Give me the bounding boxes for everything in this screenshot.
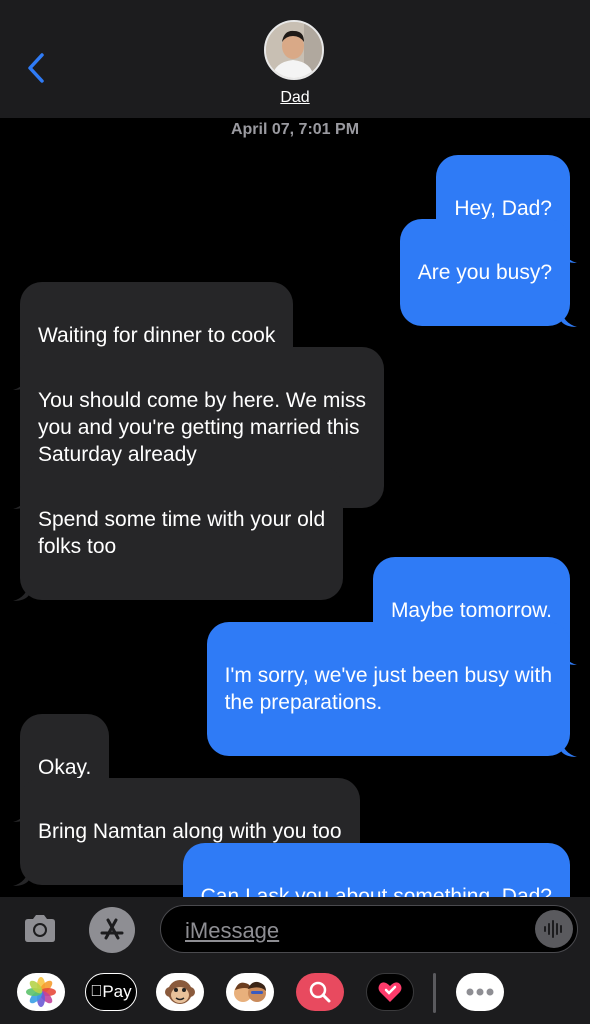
photos-app-button[interactable] bbox=[17, 973, 65, 1011]
contact-avatar[interactable] bbox=[264, 20, 324, 80]
message-text: I'm sorry, we've just been busy with the… bbox=[224, 664, 552, 714]
audio-message-button[interactable] bbox=[535, 910, 573, 948]
monkey-memoji-icon bbox=[165, 980, 195, 1004]
message-text: You should come by here. We miss you and… bbox=[38, 389, 367, 466]
apple-pay-button[interactable]:  Pay bbox=[85, 973, 137, 1011]
more-apps-button[interactable] bbox=[456, 973, 504, 1011]
incoming-message[interactable]: Spend some time with your old folks too bbox=[13, 466, 344, 601]
message-input[interactable] bbox=[183, 915, 517, 947]
drawer-divider bbox=[433, 973, 436, 1013]
animoji-button[interactable] bbox=[156, 973, 204, 1011]
contact-name[interactable]: Dad bbox=[0, 89, 590, 107]
chevron-left-icon bbox=[28, 53, 44, 83]
app-store-icon bbox=[100, 918, 124, 940]
back-button[interactable] bbox=[18, 48, 54, 88]
message-text: Hey, Dad? bbox=[454, 197, 552, 220]
message-field[interactable] bbox=[160, 905, 578, 953]
compose-bar bbox=[0, 897, 590, 963]
photos-icon bbox=[26, 977, 56, 1007]
conversation-header: Dad bbox=[0, 0, 590, 118]
apple-pay-label: Pay bbox=[96, 982, 131, 1001]
message-text: Bring Namtan along with you too bbox=[38, 820, 342, 843]
camera-icon bbox=[25, 915, 55, 942]
outgoing-message[interactable]: Are you busy? bbox=[399, 219, 577, 327]
apple-pay-icon:  bbox=[90, 983, 102, 1001]
waveform-icon bbox=[544, 920, 562, 938]
digital-touch-button[interactable] bbox=[366, 973, 414, 1011]
camera-button[interactable] bbox=[20, 909, 60, 949]
message-text: Are you busy? bbox=[417, 261, 552, 284]
app-drawer:  Pay bbox=[0, 963, 590, 1024]
app-store-button[interactable] bbox=[89, 907, 135, 953]
memoji-stickers-button[interactable] bbox=[226, 973, 274, 1011]
message-text: Okay. bbox=[38, 756, 92, 779]
message-text: Spend some time with your old folks too bbox=[38, 508, 326, 558]
outgoing-message[interactable]: I'm sorry, we've just been busy with the… bbox=[206, 622, 577, 757]
more-icon bbox=[466, 988, 494, 996]
message-text: Waiting for dinner to cook bbox=[38, 324, 276, 347]
message-text: Maybe tomorrow. bbox=[390, 599, 552, 622]
search-images-icon bbox=[309, 981, 331, 1003]
image-search-button[interactable] bbox=[296, 973, 344, 1011]
digital-touch-icon bbox=[378, 982, 402, 1002]
memoji-stickers-icon bbox=[234, 981, 266, 1002]
message-timestamp: April 07, 7:01 PM bbox=[230, 121, 360, 138]
